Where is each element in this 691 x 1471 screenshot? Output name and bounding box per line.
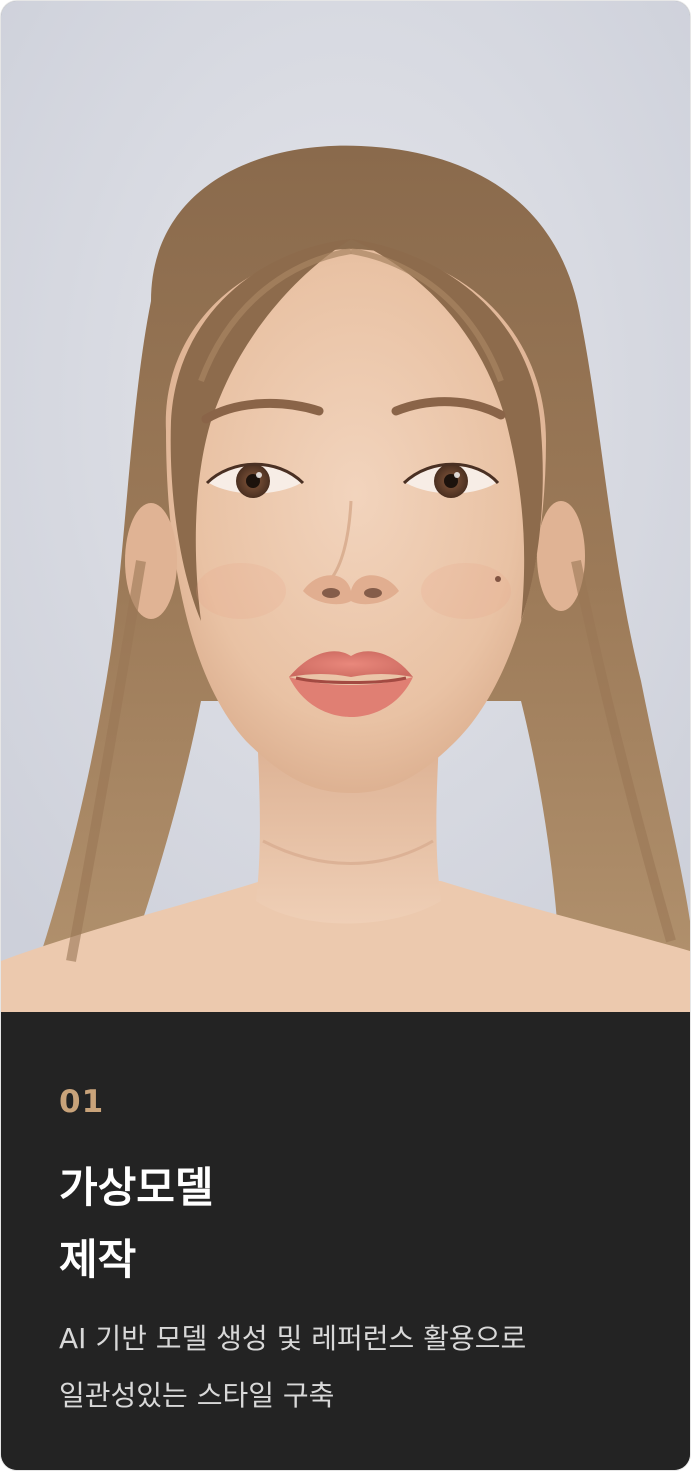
- card-title: 가상모델 제작: [59, 1152, 214, 1296]
- card-info-panel: 01 가상모델 제작 AI 기반 모델 생성 및 레퍼런스 활용으로 일관성있는…: [1, 1012, 690, 1470]
- card-description-line: AI 기반 모델 생성 및 레퍼런스 활용으로: [59, 1322, 527, 1355]
- card-description: AI 기반 모델 생성 및 레퍼런스 활용으로 일관성있는 스타일 구축: [59, 1310, 526, 1424]
- step-number: 01: [59, 1084, 105, 1120]
- card-title-line: 제작: [59, 1235, 137, 1284]
- card-title-line: 가상모델: [59, 1163, 214, 1212]
- virtual-model-portrait-image: [1, 1, 690, 1012]
- service-card[interactable]: 01 가상모델 제작 AI 기반 모델 생성 및 레퍼런스 활용으로 일관성있는…: [1, 1, 690, 1470]
- card-description-line: 일관성있는 스타일 구축: [59, 1379, 335, 1412]
